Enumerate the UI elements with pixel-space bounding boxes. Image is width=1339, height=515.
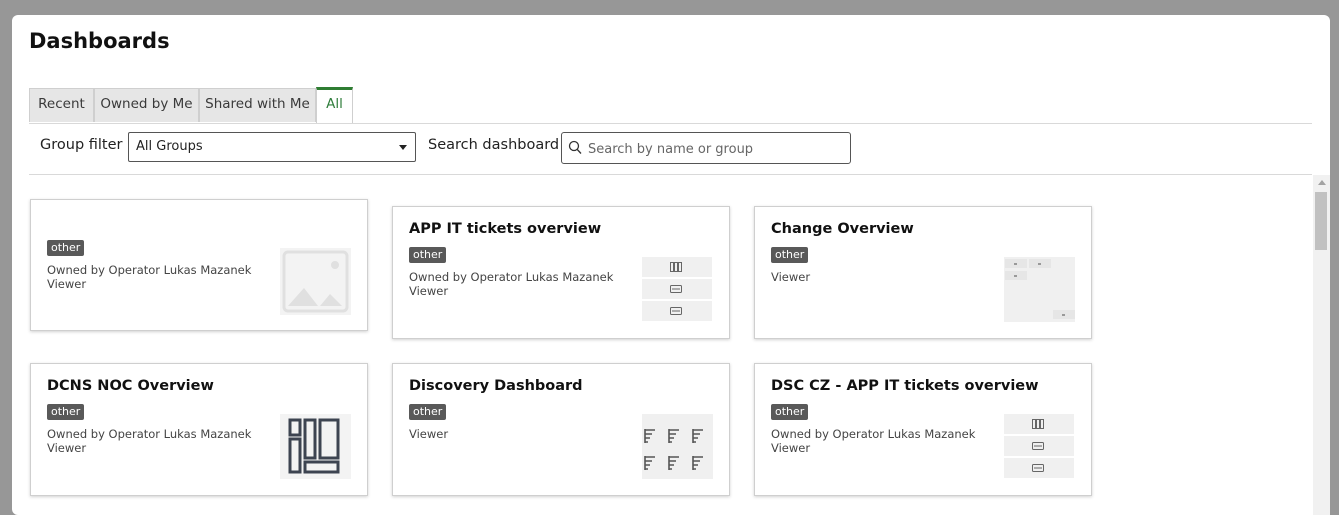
scroll-up-arrow-icon[interactable] [1318,180,1326,185]
card-owner: Owned by Operator Lukas Mazanek [47,263,252,277]
card-meta: Owned by Operator Lukas Mazanek Viewer [47,263,251,291]
category-badge: other [47,240,85,256]
tab-recent[interactable]: Recent [29,88,94,122]
card-meta: Owned by Operator Lukas Mazanek Viewer [47,427,251,455]
group-filter-select[interactable]: All Groups [128,132,416,162]
card-owner: Owned by Operator Lukas Mazanek [409,270,614,284]
chevron-down-icon [399,145,407,150]
dashboard-card[interactable]: other Owned by Operator Lukas Mazanek Vi… [30,199,368,331]
category-badge: other [409,404,447,420]
tab-bar: Recent Owned by Me Shared with Me All [29,87,1312,124]
dashboards-dialog: Dashboards Recent Owned by Me Shared wit… [12,15,1330,515]
card-title: Change Overview [771,221,914,237]
group-filter-value: All Groups [136,139,203,154]
scrollbar-thumb[interactable] [1315,192,1327,250]
card-meta: Viewer [409,427,448,441]
dashboard-card[interactable]: Discovery Dashboard other Viewer [392,363,730,496]
search-dashboard-label: Search dashboard [428,137,560,153]
card-title: DCNS NOC Overview [47,378,214,394]
tab-all[interactable]: All [316,87,353,123]
layout-grid-thumbnail [1004,257,1075,322]
tab-owned-by-me[interactable]: Owned by Me [94,88,199,122]
dashboard-card[interactable]: APP IT tickets overview other Owned by O… [392,206,730,339]
page-title: Dashboards [29,29,170,53]
card-owner: Owned by Operator Lukas Mazanek [47,427,252,441]
scrollbar[interactable] [1313,175,1330,515]
category-badge: other [771,247,809,263]
card-meta: Viewer [771,270,810,284]
card-role: Viewer [47,277,87,291]
search-field[interactable] [561,132,851,164]
category-badge: other [771,404,809,420]
search-input[interactable] [586,137,840,161]
card-role: Viewer [771,441,811,455]
category-badge: other [47,404,85,420]
group-filter-label: Group filter [40,137,123,153]
card-title: DSC CZ - APP IT tickets overview [771,378,1039,394]
dashboard-layout-icon [280,414,351,479]
bar-chart-grid-thumbnail [642,414,713,479]
card-role: Viewer [771,270,811,284]
search-icon [568,140,582,154]
tab-shared-with-me[interactable]: Shared with Me [199,88,316,122]
category-badge: other [409,247,447,263]
card-role: Viewer [409,427,449,441]
dashboard-card[interactable]: Change Overview other Viewer [754,206,1092,339]
card-role: Viewer [409,284,449,298]
widget-list-thumbnail [1004,414,1075,480]
widget-list-thumbnail [642,257,713,323]
card-meta: Owned by Operator Lukas Mazanek Viewer [409,270,613,298]
dashboard-card[interactable]: DSC CZ - APP IT tickets overview other O… [754,363,1092,496]
card-role: Viewer [47,441,87,455]
dashboard-card[interactable]: DCNS NOC Overview other Owned by Operato… [30,363,368,496]
filter-bar: Group filter All Groups Search dashboard [29,123,1312,175]
card-owner: Owned by Operator Lukas Mazanek [771,427,976,441]
card-meta: Owned by Operator Lukas Mazanek Viewer [771,427,975,455]
card-title: Discovery Dashboard [409,378,583,394]
image-placeholder-icon [280,248,351,315]
card-title: APP IT tickets overview [409,221,602,237]
